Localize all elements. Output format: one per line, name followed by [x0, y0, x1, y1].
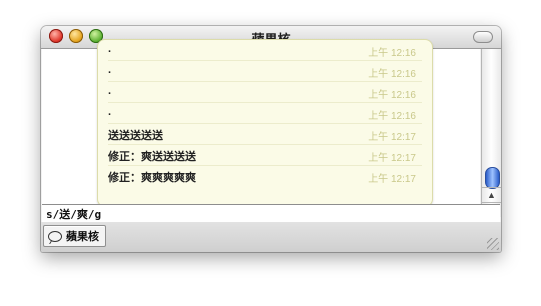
message-bubble: . 上午 12:16 . 上午 12:16 . 上午 12:16 . 上午 12… — [97, 39, 433, 207]
message-text: . — [108, 43, 112, 55]
toolbar-toggle-button[interactable] — [473, 31, 493, 43]
scroll-thumb[interactable] — [485, 167, 500, 189]
chat-window: 蘋果核 . 上午 12:16 . 上午 12:16 . 上午 12:16 . 上… — [41, 26, 501, 252]
message-time: 上午 12:16 — [368, 69, 416, 80]
message-row: 修正：爽爽爽爽爽 上午 12:17 — [108, 166, 422, 186]
resize-grip-icon[interactable] — [487, 238, 499, 250]
tab-label: 蘋果核 — [66, 231, 99, 243]
tab-bar: 蘋果核 — [41, 222, 501, 252]
message-time: 上午 12:16 — [368, 111, 416, 122]
vertical-scrollbar[interactable]: ▲ ▼ — [481, 49, 501, 217]
message-text: 修正：爽爽爽爽爽 — [108, 172, 196, 184]
message-text: 送送送送送 — [108, 130, 163, 142]
message-row: 送送送送送 上午 12:17 — [108, 124, 422, 145]
message-text: 修正：爽送送送送 — [108, 151, 196, 163]
tab-chat[interactable]: 蘋果核 — [43, 225, 106, 247]
message-time: 上午 12:16 — [368, 48, 416, 59]
message-row: . 上午 12:16 — [108, 40, 422, 61]
message-area: . 上午 12:16 . 上午 12:16 . 上午 12:16 . 上午 12… — [42, 39, 480, 217]
message-row: 修正：爽送送送送 上午 12:17 — [108, 145, 422, 166]
message-input[interactable]: s/送/爽/g — [42, 204, 500, 223]
arrow-up-icon[interactable]: ▲ — [482, 187, 501, 202]
message-text: . — [108, 85, 112, 97]
message-row: . 上午 12:16 — [108, 61, 422, 82]
message-row: . 上午 12:16 — [108, 82, 422, 103]
message-row: . 上午 12:16 — [108, 103, 422, 124]
message-text: . — [108, 64, 112, 76]
message-time: 上午 12:17 — [368, 174, 416, 185]
message-time: 上午 12:17 — [368, 153, 416, 164]
message-time: 上午 12:16 — [368, 90, 416, 101]
message-text: . — [108, 106, 112, 118]
speech-bubble-icon — [48, 230, 62, 242]
message-time: 上午 12:17 — [368, 132, 416, 143]
message-input-text[interactable]: s/送/爽/g — [46, 206, 101, 222]
